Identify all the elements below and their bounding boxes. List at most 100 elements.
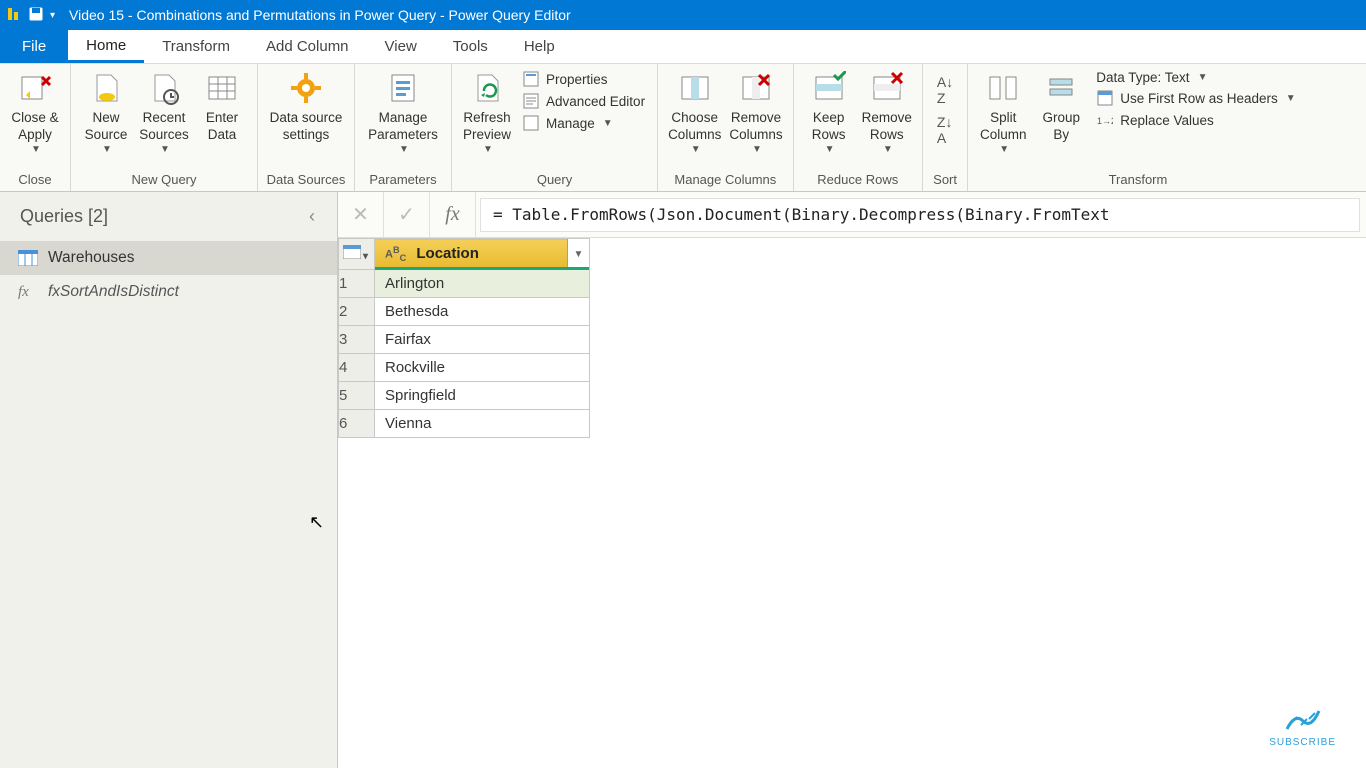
query-item-warehouses[interactable]: Warehouses: [0, 241, 337, 275]
row-number: 5: [339, 382, 375, 410]
collapse-queries-button[interactable]: ‹: [301, 202, 323, 231]
manage-parameters-button[interactable]: Manage Parameters▼: [361, 68, 445, 158]
first-row-headers-button[interactable]: Use First Row as Headers▼: [1096, 89, 1295, 107]
remove-rows-button[interactable]: Remove Rows▼: [858, 68, 916, 158]
group-query: Refresh Preview▼ Properties Advanced Edi…: [452, 64, 658, 191]
group-label-sort: Sort: [923, 170, 967, 191]
group-by-icon: [1043, 70, 1079, 106]
cell[interactable]: Bethesda: [375, 298, 590, 326]
commit-formula-button[interactable]: ✓: [384, 192, 430, 238]
subscribe-watermark: SUBSCRIBE: [1269, 703, 1336, 748]
advanced-editor-button[interactable]: Advanced Editor: [522, 92, 645, 110]
sort-asc-button[interactable]: A↓Z: [937, 74, 953, 106]
group-by-button[interactable]: Group By: [1032, 68, 1090, 146]
formula-input[interactable]: = Table.FromRows(Json.Document(Binary.De…: [480, 198, 1360, 232]
remove-rows-icon: [869, 70, 905, 106]
qat-dropdown-icon[interactable]: ▾: [50, 10, 55, 21]
table-icon: [18, 250, 38, 266]
refresh-icon: [469, 70, 505, 106]
replace-icon: 1→2: [1096, 111, 1114, 129]
column-header-label: Location: [416, 245, 479, 262]
data-grid: ▾ ABC Location ▼ 1Arlington 2Bethesda 3F…: [338, 238, 1366, 438]
queries-pane: Queries [2] ‹ Warehouses fx fxSortAndIsD…: [0, 192, 338, 768]
cell[interactable]: Springfield: [375, 382, 590, 410]
table-row[interactable]: 5Springfield: [339, 382, 590, 410]
ribbon-tabs: File Home Transform Add Column View Tool…: [0, 30, 1366, 64]
group-close: Close & Apply▼ Close: [0, 64, 71, 191]
split-column-button[interactable]: Split Column▼: [974, 68, 1032, 158]
tab-add-column[interactable]: Add Column: [248, 30, 367, 63]
enter-data-button[interactable]: Enter Data: [193, 68, 251, 146]
new-source-button[interactable]: New Source▼: [77, 68, 135, 158]
group-label-query: Query: [452, 170, 657, 191]
cursor-icon: ↖: [309, 512, 324, 533]
data-source-settings-button[interactable]: Data source settings: [264, 68, 348, 146]
headers-icon: [1096, 89, 1114, 107]
cancel-formula-button[interactable]: ✕: [338, 192, 384, 238]
new-source-icon: [88, 70, 124, 106]
cell[interactable]: Arlington: [375, 270, 590, 298]
row-number: 4: [339, 354, 375, 382]
row-number: 2: [339, 298, 375, 326]
fx-icon: fx: [18, 284, 38, 300]
choose-columns-icon: [677, 70, 713, 106]
query-item-fxsortandisdistinct[interactable]: fx fxSortAndIsDistinct: [0, 275, 337, 309]
group-label-data-sources: Data Sources: [258, 170, 354, 191]
column-filter-button[interactable]: ▼: [567, 239, 589, 269]
group-manage-columns: Choose Columns▼ Remove Columns▼ Manage C…: [658, 64, 794, 191]
table-corner-button[interactable]: ▾: [339, 239, 375, 270]
data-type-button[interactable]: Data Type: Text▼: [1096, 70, 1295, 85]
gear-icon: [288, 70, 324, 106]
sort-desc-button[interactable]: Z↓A: [937, 114, 953, 146]
remove-columns-icon: [738, 70, 774, 106]
tab-view[interactable]: View: [367, 30, 435, 63]
group-reduce-rows: Keep Rows▼ Remove Rows▼ Reduce Rows: [794, 64, 923, 191]
split-column-icon: [985, 70, 1021, 106]
row-number: 6: [339, 410, 375, 438]
formula-bar: ✕ ✓ fx = Table.FromRows(Json.Document(Bi…: [338, 192, 1366, 238]
tab-home[interactable]: Home: [68, 30, 144, 63]
column-header-location[interactable]: ABC Location ▼: [375, 239, 590, 270]
row-number: 3: [339, 326, 375, 354]
window-title: Video 15 - Combinations and Permutations…: [61, 7, 571, 23]
queries-header: Queries [2]: [20, 206, 108, 227]
group-label-reduce-rows: Reduce Rows: [794, 170, 922, 191]
group-parameters: Manage Parameters▼ Parameters: [355, 64, 452, 191]
fx-button[interactable]: fx: [430, 192, 476, 238]
keep-rows-button[interactable]: Keep Rows▼: [800, 68, 858, 158]
text-type-icon: ABC: [385, 245, 406, 263]
choose-columns-button[interactable]: Choose Columns▼: [664, 68, 725, 158]
tab-file[interactable]: File: [0, 30, 68, 63]
properties-button[interactable]: Properties: [522, 70, 645, 88]
app-icon: [6, 6, 22, 25]
cell[interactable]: Rockville: [375, 354, 590, 382]
cell[interactable]: Fairfax: [375, 326, 590, 354]
refresh-preview-button[interactable]: Refresh Preview▼: [458, 68, 516, 158]
ribbon: Close & Apply▼ Close New Source▼ Recent …: [0, 64, 1366, 192]
group-label-new-query: New Query: [71, 170, 257, 191]
save-icon[interactable]: [28, 6, 44, 25]
recent-sources-button[interactable]: Recent Sources▼: [135, 68, 193, 158]
group-label-parameters: Parameters: [355, 170, 451, 191]
group-label-close: Close: [0, 170, 70, 191]
manage-button[interactable]: Manage▼: [522, 114, 645, 132]
group-label-transform: Transform: [968, 170, 1307, 191]
query-item-label: fxSortAndIsDistinct: [48, 283, 179, 301]
table-row[interactable]: 4Rockville: [339, 354, 590, 382]
keep-rows-icon: [811, 70, 847, 106]
close-apply-button[interactable]: Close & Apply▼: [6, 68, 64, 158]
table-row[interactable]: 3Fairfax: [339, 326, 590, 354]
svg-text:1→2: 1→2: [1097, 116, 1113, 126]
table-row[interactable]: 1Arlington: [339, 270, 590, 298]
close-apply-icon: [17, 70, 53, 106]
cell[interactable]: Vienna: [375, 410, 590, 438]
group-label-manage-columns: Manage Columns: [658, 170, 793, 191]
row-number: 1: [339, 270, 375, 298]
tab-tools[interactable]: Tools: [435, 30, 506, 63]
table-row[interactable]: 2Bethesda: [339, 298, 590, 326]
tab-transform[interactable]: Transform: [144, 30, 248, 63]
replace-values-button[interactable]: 1→2 Replace Values: [1096, 111, 1295, 129]
remove-columns-button[interactable]: Remove Columns▼: [725, 68, 786, 158]
table-row[interactable]: 6Vienna: [339, 410, 590, 438]
tab-help[interactable]: Help: [506, 30, 573, 63]
